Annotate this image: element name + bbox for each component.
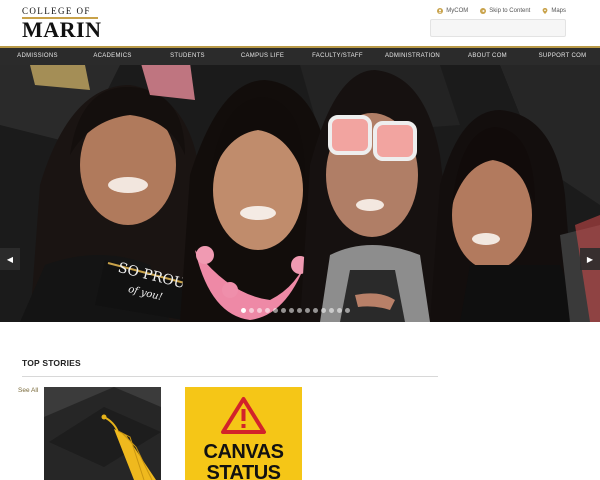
chevron-right-icon: ▶	[586, 254, 594, 264]
hero-photo: SO PROUD of you!	[0, 65, 600, 322]
section-divider	[22, 376, 438, 377]
top-stories-heading: TOP STORIES	[22, 358, 81, 368]
slideshow-dot[interactable]	[297, 308, 302, 313]
story-card-graduation[interactable]	[44, 387, 161, 480]
slideshow-next-button[interactable]: ▶	[580, 248, 600, 270]
user-icon	[437, 8, 444, 14]
chevron-left-icon: ◀	[6, 254, 14, 264]
canvas-status-line-1: CANVAS	[203, 441, 284, 463]
slideshow-dot[interactable]	[249, 308, 254, 313]
skip-to-content-label: Skip to Content	[489, 8, 531, 14]
slideshow-dot[interactable]	[273, 308, 278, 313]
slideshow-dot[interactable]	[265, 308, 270, 313]
nav-item-academics[interactable]: ACADEMICS	[75, 48, 150, 65]
arrow-right-circle-icon	[480, 8, 487, 14]
slideshow-dot[interactable]	[313, 308, 318, 313]
maps-label: Maps	[551, 8, 566, 14]
slideshow-dot[interactable]	[281, 308, 286, 313]
nav-item-students[interactable]: STUDENTS	[150, 48, 225, 65]
logo-top-line: COLLEGE OF	[22, 6, 91, 16]
nav-item-campus-life[interactable]: CAMPUS LIFE	[225, 48, 300, 65]
warning-icon	[221, 397, 266, 434]
slideshow-dot[interactable]	[329, 308, 334, 313]
main-nav: ADMISSIONS ACADEMICS STUDENTS CAMPUS LIF…	[0, 46, 600, 65]
nav-item-about-com[interactable]: ABOUT COM	[450, 48, 525, 65]
nav-item-administration[interactable]: ADMINISTRATION	[375, 48, 450, 65]
slideshow-dot[interactable]	[321, 308, 326, 313]
canvas-status-line-2: STATUS	[206, 462, 281, 480]
slideshow-dot[interactable]	[305, 308, 310, 313]
college-logo[interactable]: COLLEGE OF MARIN	[22, 6, 102, 42]
slideshow-dot[interactable]	[241, 308, 246, 313]
maps-link[interactable]: Maps	[542, 8, 566, 14]
nav-item-faculty-staff[interactable]: FACULTY/STAFF	[300, 48, 375, 65]
mycom-link[interactable]: MyCOM	[437, 8, 468, 14]
nav-item-admissions[interactable]: ADMISSIONS	[0, 48, 75, 65]
utility-links: MyCOM Skip to Content Maps	[437, 8, 566, 14]
logo-main-text: MARIN	[22, 17, 102, 42]
slideshow-prev-button[interactable]: ◀	[0, 248, 20, 270]
nav-item-support-com[interactable]: SUPPORT COM	[525, 48, 600, 65]
slideshow-dot[interactable]	[257, 308, 262, 313]
hero-slideshow[interactable]: SO PROUD of you! ◀ ▶	[0, 65, 600, 322]
story-card-canvas-status[interactable]: CANVAS STATUS	[185, 387, 302, 480]
skip-to-content-link[interactable]: Skip to Content	[480, 8, 530, 14]
site-header: COLLEGE OF MARIN MyCOM Skip to Content M…	[0, 0, 600, 46]
search-input[interactable]	[430, 19, 566, 37]
map-pin-icon	[542, 8, 548, 14]
slideshow-dot[interactable]	[345, 308, 350, 313]
slideshow-pagination	[241, 308, 350, 313]
slideshow-dot[interactable]	[337, 308, 342, 313]
see-all-link[interactable]: See All	[18, 387, 38, 394]
slideshow-dot[interactable]	[289, 308, 294, 313]
graduation-cap-image	[44, 387, 161, 480]
mycom-label: MyCOM	[446, 8, 469, 14]
